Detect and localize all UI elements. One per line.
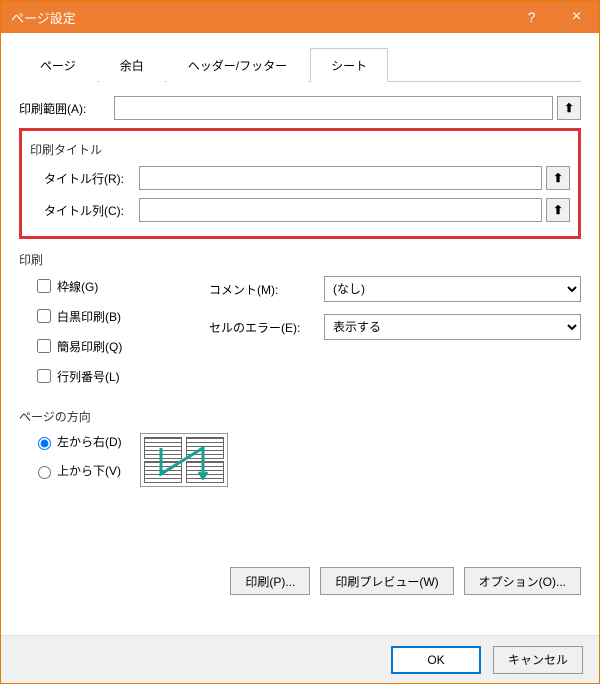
title-rows-input[interactable] [139, 166, 542, 190]
dialog-content: ページ 余白 ヘッダー/フッター シート 印刷範囲(A): ⬆ 印刷タイトル タ… [1, 33, 599, 605]
title-cols-row: タイトル列(C): ⬆ [30, 198, 570, 222]
bw-checkbox[interactable] [37, 309, 51, 323]
down-radio[interactable] [38, 466, 51, 479]
page-order-label: ページの方向 [19, 408, 581, 425]
page-order-group: ページの方向 左から右(D) 上から下(V) [19, 408, 581, 487]
over-radio[interactable] [38, 437, 51, 450]
draft-label: 簡易印刷(Q) [57, 338, 122, 355]
tab-margins[interactable]: 余白 [99, 48, 165, 82]
print-button[interactable]: 印刷(P)... [230, 567, 310, 595]
action-buttons: 印刷(P)... 印刷プレビュー(W) オプション(O)... [19, 567, 581, 595]
over-label: 左から右(D) [57, 433, 122, 450]
print-area-input[interactable] [114, 96, 553, 120]
comments-select[interactable]: (なし) [324, 276, 581, 302]
gridlines-checkbox[interactable] [37, 279, 51, 293]
tab-headerfooter[interactable]: ヘッダー/フッター [167, 48, 308, 82]
title-rows-label: タイトル行(R): [44, 170, 139, 187]
title-cols-label: タイトル列(C): [44, 202, 139, 219]
draft-checkbox[interactable] [37, 339, 51, 353]
print-area-row: 印刷範囲(A): ⬆ [19, 96, 581, 120]
collapse-icon[interactable]: ⬆ [546, 166, 570, 190]
rowcol-label: 行列番号(L) [57, 368, 120, 385]
comments-label: コメント(M): [209, 281, 324, 298]
page-order-icon [140, 433, 228, 487]
page-setup-dialog: ページ設定 ? × ページ 余白 ヘッダー/フッター シート 印刷範囲(A): … [0, 0, 600, 684]
bw-label: 白黒印刷(B) [57, 308, 121, 325]
errors-select[interactable]: 表示する [324, 314, 581, 340]
help-button[interactable]: ? [509, 1, 554, 33]
collapse-icon[interactable]: ⬆ [557, 96, 581, 120]
tabs: ページ 余白 ヘッダー/フッター シート [19, 48, 581, 82]
ok-button[interactable]: OK [391, 646, 481, 674]
print-titles-group-label: 印刷タイトル [30, 141, 570, 158]
title-cols-input[interactable] [139, 198, 542, 222]
print-group-label: 印刷 [19, 251, 581, 268]
titlebar: ページ設定 ? × [1, 1, 599, 33]
errors-label: セルのエラー(E): [209, 319, 324, 336]
title-rows-row: タイトル行(R): ⬆ [30, 166, 570, 190]
print-group: 印刷 枠線(G) 白黒印刷(B) 簡易印刷(Q) 行列番号(L) コメント(M)… [19, 251, 581, 396]
tab-sheet[interactable]: シート [310, 48, 388, 82]
dialog-title: ページ設定 [11, 8, 509, 27]
down-label: 上から下(V) [57, 462, 121, 479]
tab-page[interactable]: ページ [19, 48, 97, 82]
print-area-label: 印刷範囲(A): [19, 100, 114, 117]
cancel-button[interactable]: キャンセル [493, 646, 583, 674]
options-button[interactable]: オプション(O)... [464, 567, 581, 595]
dialog-footer: OK キャンセル [1, 635, 599, 683]
close-button[interactable]: × [554, 1, 599, 33]
rowcol-checkbox[interactable] [37, 369, 51, 383]
preview-button[interactable]: 印刷プレビュー(W) [320, 567, 453, 595]
print-titles-highlight: 印刷タイトル タイトル行(R): ⬆ タイトル列(C): ⬆ [19, 128, 581, 239]
gridlines-label: 枠線(G) [57, 278, 98, 295]
collapse-icon[interactable]: ⬆ [546, 198, 570, 222]
